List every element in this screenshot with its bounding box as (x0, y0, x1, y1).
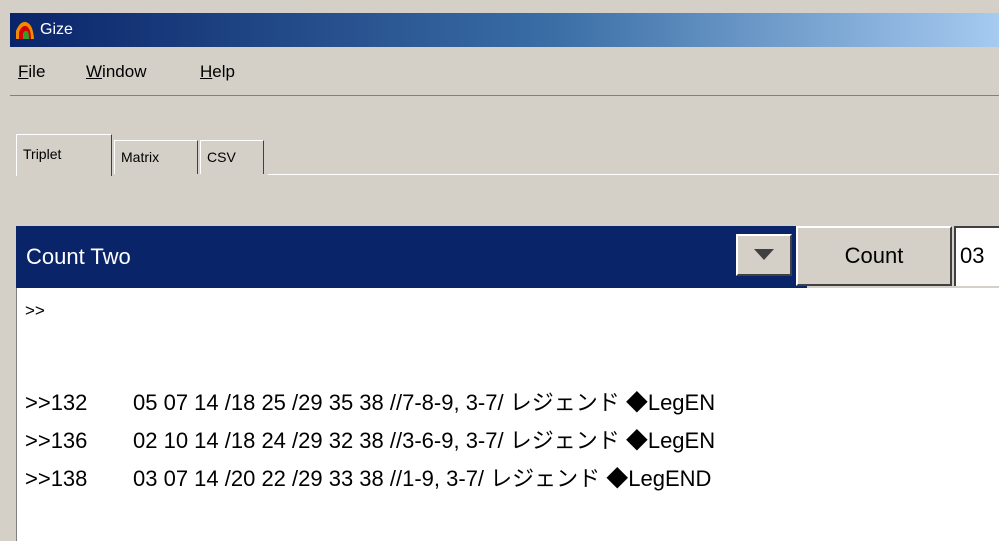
row-text: 03 07 14 /20 22 /29 33 38 //1-9, 3-7/ レジ… (133, 466, 712, 491)
mode-dropdown-value: Count Two (26, 244, 131, 269)
row-id: >>138 (25, 466, 88, 491)
row-id: >>132 (25, 390, 88, 415)
dropdown-button[interactable] (736, 234, 792, 276)
output-row: >>138 03 07 14 /20 22 /29 33 38 //1-9, 3-… (25, 466, 711, 492)
tab-strip: Triplet Matrix CSV (10, 96, 999, 182)
row-text: 05 07 14 /18 25 /29 35 38 //7-8-9, 3-7/ … (133, 390, 716, 415)
count-button[interactable]: Count (796, 226, 952, 286)
title-bar[interactable]: Gize (10, 13, 999, 47)
chevron-down-icon (754, 249, 774, 260)
output-area[interactable]: >> >>132 05 07 14 /18 25 /29 35 38 //7-8-… (16, 288, 999, 541)
app-window: Gize File Window Help Triplet Matrix CSV… (0, 0, 999, 541)
output-row: >>132 05 07 14 /18 25 /29 35 38 //7-8-9, … (25, 390, 715, 416)
menu-window[interactable]: Window (86, 61, 146, 83)
row-id: >>136 (25, 428, 88, 453)
output-row: >>136 02 10 14 /18 24 /29 32 38 //3-6-9, … (25, 428, 715, 454)
menu-help[interactable]: Help (200, 61, 235, 83)
gize-app-icon (14, 19, 36, 41)
menu-file[interactable]: File (18, 61, 45, 83)
window-title: Gize (40, 21, 73, 38)
tab-matrix[interactable]: Matrix (114, 140, 198, 174)
tab-divider (268, 174, 999, 175)
tab-triplet[interactable]: Triplet (16, 134, 112, 176)
mode-dropdown[interactable]: Count Two (16, 226, 807, 288)
triplet-panel: Count Two Count 03 >> >>132 05 07 14 /18 … (10, 182, 999, 541)
row-text: 02 10 14 /18 24 /29 32 38 //3-6-9, 3-7/ … (133, 428, 716, 453)
count-input[interactable]: 03 (954, 226, 999, 286)
tab-csv[interactable]: CSV (200, 140, 264, 174)
menu-bar: File Window Help (10, 47, 999, 96)
output-prompt: >> (25, 301, 45, 320)
